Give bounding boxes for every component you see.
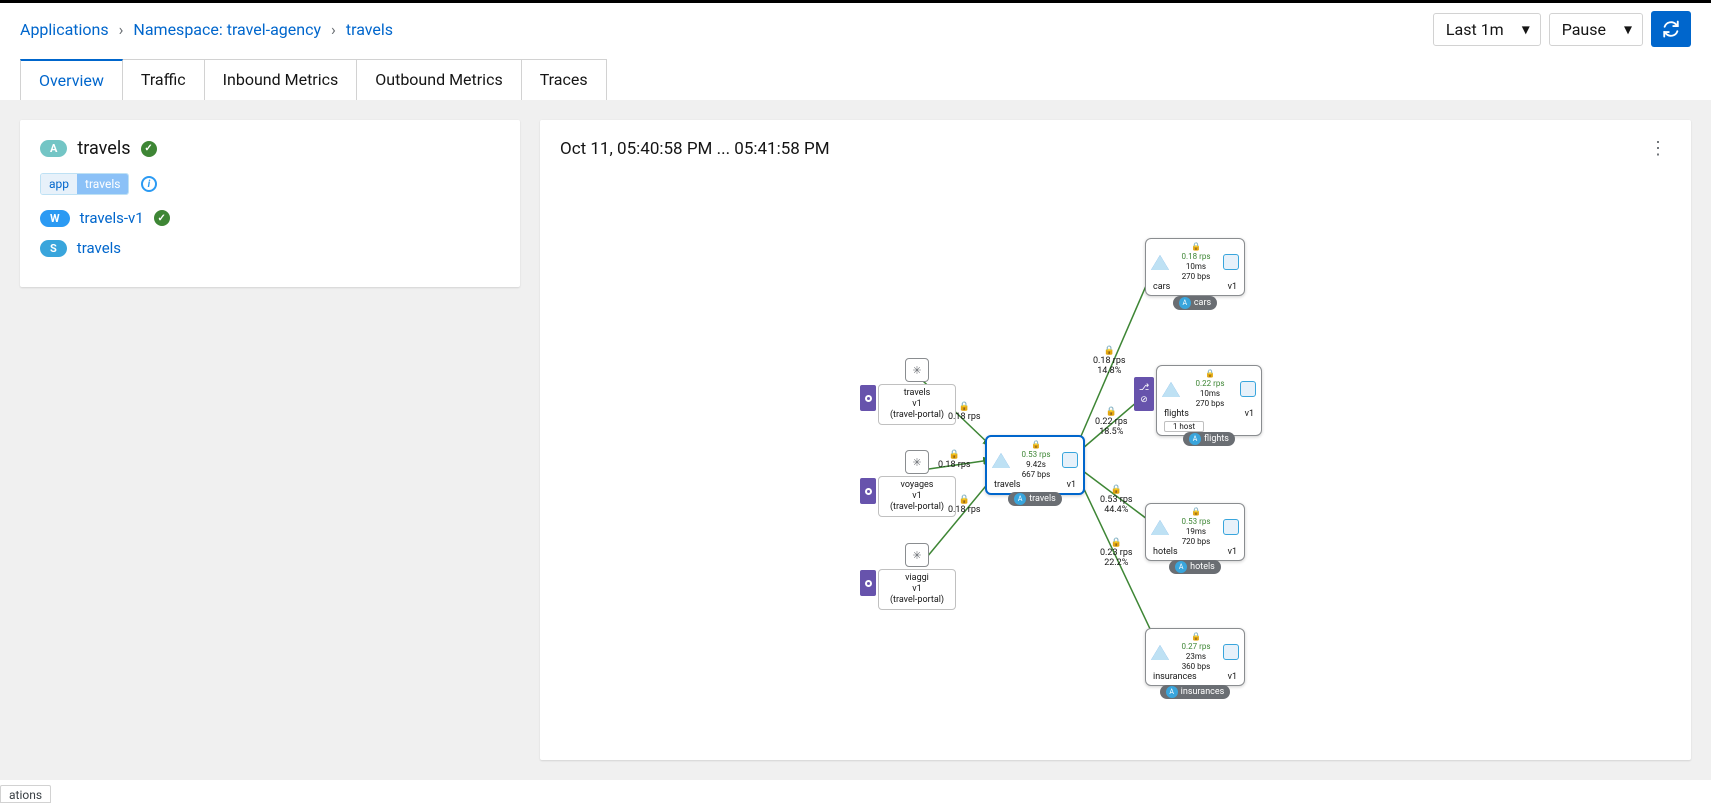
lock-icon: 🔒: [1191, 507, 1201, 516]
time-range-dropdown[interactable]: Last 1m ▾: [1433, 13, 1541, 46]
graph-card: Oct 11, 05:40:58 PM ... 05:41:58 PM ⋮: [540, 120, 1691, 760]
overview-card: A travels app travels i W travels-v1 S t…: [20, 120, 520, 287]
lock-icon: 🔒: [1104, 346, 1115, 356]
app-title: travels: [77, 138, 130, 159]
info-icon[interactable]: i: [141, 176, 157, 192]
refresh-icon: [1662, 20, 1680, 38]
breadcrumb-applications[interactable]: Applications: [20, 20, 109, 39]
caret-down-icon: ▾: [1624, 20, 1632, 39]
service-square-icon: [1062, 452, 1078, 468]
service-badge-icon: S: [40, 240, 67, 257]
target-node-cars[interactable]: 🔒0.18 rps10ms270 bps carsv1: [1145, 238, 1245, 296]
lock-icon: 🔒: [1191, 242, 1201, 251]
service-square-icon: [1223, 644, 1239, 660]
source-handle-icon[interactable]: [860, 570, 876, 596]
source-handle-icon[interactable]: [860, 478, 876, 504]
lock-icon: 🔒: [1111, 485, 1122, 495]
truncated-tab-stub: ations: [0, 785, 51, 803]
service-square-icon: [1223, 519, 1239, 535]
source-node-viaggi[interactable]: ✳ viaggi v1 (travel-portal): [878, 543, 956, 610]
breadcrumb-namespace[interactable]: Namespace: travel-agency: [133, 20, 321, 39]
tabs: Overview Traffic Inbound Metrics Outboun…: [0, 59, 1711, 100]
workload-link[interactable]: travels-v1: [80, 209, 144, 227]
edge-label: 🔒0.23 rps22.2%: [1100, 538, 1133, 568]
target-node-hotels[interactable]: 🔒0.53 rps19ms720 bps hotelsv1: [1145, 503, 1245, 561]
lock-icon: 🔒: [1111, 538, 1122, 548]
lock-icon: 🔒: [959, 495, 970, 505]
lock-icon: 🔒: [1191, 632, 1201, 641]
breadcrumb: Applications › Namespace: travel-agency …: [20, 20, 393, 39]
workload-triangle-icon: [1151, 520, 1169, 535]
graph-edges: [560, 170, 1671, 740]
pause-dropdown[interactable]: Pause ▾: [1549, 13, 1643, 46]
tab-outbound-metrics[interactable]: Outbound Metrics: [356, 59, 521, 100]
edge-label: 🔒0.18 rps: [948, 495, 981, 515]
source-node-travels[interactable]: ✳ travels v1 (travel-portal): [878, 358, 956, 425]
refresh-button[interactable]: [1651, 11, 1691, 47]
graph-timestamp: Oct 11, 05:40:58 PM ... 05:41:58 PM: [560, 139, 830, 159]
app-badge: Acars: [1173, 296, 1217, 310]
lock-icon: 🔒: [949, 450, 960, 460]
tab-traffic[interactable]: Traffic: [122, 59, 205, 100]
block-icon: ⊘: [1140, 395, 1148, 405]
edge-label: 🔒0.22 rps18.5%: [1095, 407, 1128, 437]
lock-icon: 🔒: [1106, 407, 1117, 417]
star-icon: ✳: [905, 543, 929, 567]
health-ok-icon: [154, 210, 170, 226]
workload-badge-icon: W: [40, 210, 70, 227]
center-node-travels[interactable]: 🔒0.53 rps9.42s667 bps travelsv1: [985, 435, 1085, 495]
workload-triangle-icon: [1151, 255, 1169, 270]
service-square-icon: [1240, 381, 1256, 397]
topology-graph[interactable]: ✳ travels v1 (travel-portal) ✳ voyages v…: [560, 170, 1671, 740]
tab-traces[interactable]: Traces: [521, 59, 607, 100]
breadcrumb-current: travels: [346, 20, 393, 39]
tab-inbound-metrics[interactable]: Inbound Metrics: [204, 59, 358, 100]
label-chip: app travels: [40, 173, 129, 195]
edge-label: 🔒0.18 rps: [938, 450, 971, 470]
lock-icon: 🔒: [1031, 440, 1041, 449]
target-node-flights[interactable]: 🔒0.22 rps10ms270 bps flightsv1 1 host: [1156, 365, 1262, 436]
edge-label: 🔒0.18 rps: [948, 402, 981, 422]
service-link[interactable]: travels: [77, 239, 121, 257]
health-ok-icon: [141, 141, 157, 157]
star-icon: ✳: [905, 358, 929, 382]
caret-down-icon: ▾: [1522, 20, 1530, 39]
app-badge-icon: A: [40, 140, 67, 157]
chevron-right-icon: ›: [119, 20, 124, 39]
star-icon: ✳: [905, 450, 929, 474]
tab-overview[interactable]: Overview: [20, 59, 123, 100]
workload-triangle-icon: [1162, 382, 1180, 397]
edge-label: 🔒0.18 rps14.8%: [1093, 346, 1126, 376]
service-square-icon: [1223, 254, 1239, 270]
workload-triangle-icon: [1151, 645, 1169, 660]
app-badge: Aflights: [1183, 432, 1235, 446]
kebab-menu-icon[interactable]: ⋮: [1645, 134, 1671, 163]
app-badge: Ainsurances: [1160, 685, 1231, 699]
chevron-right-icon: ›: [331, 20, 336, 39]
virtualservice-sidecar-icon: ⎇⊘: [1134, 377, 1154, 411]
app-badge: Atravels: [1008, 492, 1062, 506]
edge-label: 🔒0.53 rps44.4%: [1100, 485, 1133, 515]
lock-icon: 🔒: [959, 402, 970, 412]
lock-icon: 🔒: [1205, 369, 1215, 378]
workload-triangle-icon: [992, 453, 1010, 468]
source-handle-icon[interactable]: [860, 385, 876, 411]
target-node-insurances[interactable]: 🔒0.27 rps23ms360 bps insurancesv1: [1145, 628, 1245, 686]
app-badge: Ahotels: [1169, 560, 1221, 574]
